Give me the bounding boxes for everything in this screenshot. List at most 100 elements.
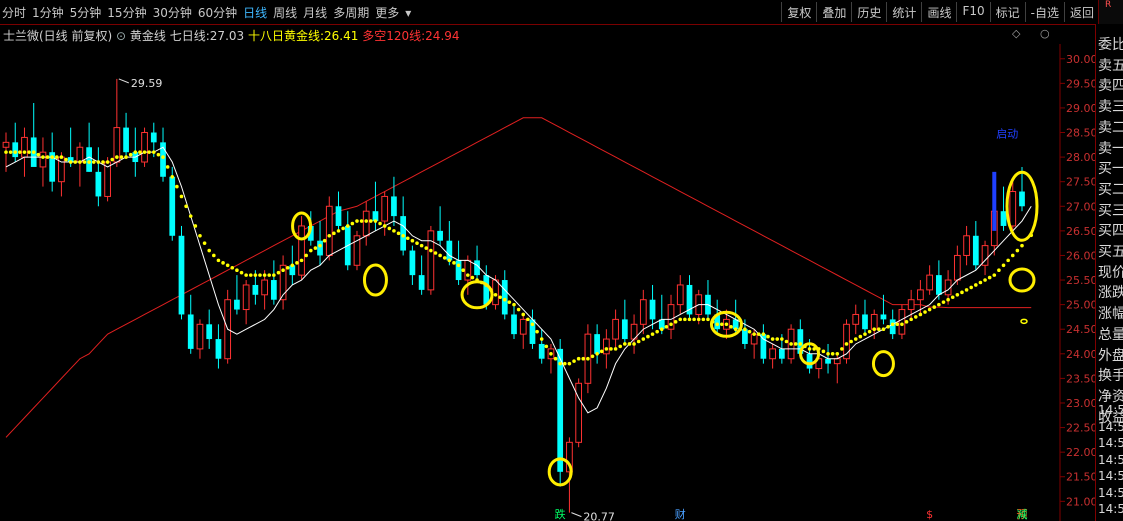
circle-icon[interactable]: ○	[1040, 27, 1050, 40]
toolbar: 分时 1分钟 5分钟 15分钟 30分钟 60分钟 日线 周线 月线 多周期 更多 ▾ 复权 叠加 历史统…	[0, 0, 1123, 25]
ma18-dot	[590, 354, 595, 359]
ma7-label: 七日线:	[169, 29, 210, 43]
candle-body	[676, 284, 684, 306]
ma18-dot	[78, 160, 82, 164]
ma18-dot	[230, 265, 235, 270]
tool-buttons: 复权 叠加 历史 统计 画线 F10 标记 -自选 返回	[781, 2, 1099, 22]
ma18-dot	[179, 194, 184, 199]
tab-daily[interactable]: 日线	[243, 6, 267, 20]
ma18-dot	[701, 317, 706, 322]
candle-body	[898, 309, 906, 335]
trade-time: 14:5	[1098, 403, 1123, 417]
event-marker: $	[926, 508, 933, 521]
ma18-dot	[715, 322, 719, 327]
draw-line-button[interactable]: 画线	[921, 2, 956, 22]
ma18-dot	[826, 352, 830, 356]
low-price-label: 20.77	[583, 511, 615, 521]
price-tick-label: 26.50	[1066, 225, 1095, 238]
ma18-dot	[632, 342, 636, 346]
ma18-dot	[743, 327, 747, 332]
ma18-dot	[807, 347, 812, 351]
ma18-dot	[650, 332, 655, 336]
ma18-dot	[345, 224, 350, 228]
candle-body	[833, 358, 841, 365]
ma18-dot	[863, 332, 867, 336]
ma18-dot	[886, 324, 890, 329]
ma18-dot	[290, 263, 295, 268]
ma18-dot	[558, 361, 562, 366]
history-button[interactable]: 历史	[851, 2, 886, 22]
ma18-dot	[405, 236, 410, 241]
ma18-dot	[156, 152, 161, 157]
candle-body	[437, 230, 443, 241]
candle-body	[335, 206, 342, 226]
remove-watchlist-button[interactable]: -自选	[1024, 2, 1064, 22]
highlight-circle	[362, 263, 388, 297]
ma18-dot	[470, 275, 475, 280]
candle-body	[2, 141, 10, 148]
candle-body	[21, 136, 28, 158]
ma18-dot	[604, 347, 609, 351]
candlestick-chart[interactable]: 29.5920.77启动跌财 $ 预减 30.0029.5029.0028.5028…	[0, 44, 1095, 521]
f10-button[interactable]: F10	[956, 2, 989, 22]
ma18-dot	[775, 337, 780, 341]
ma18-dot	[142, 150, 147, 154]
highlight-circle	[1008, 267, 1036, 293]
ma18-dot	[923, 310, 927, 314]
price-tick-label: 22.00	[1066, 446, 1095, 459]
ma18-dot	[798, 342, 803, 346]
back-button[interactable]: 返回	[1063, 2, 1099, 22]
event-marker: 跌	[555, 507, 566, 521]
high-price-label: 29.59	[131, 77, 163, 90]
ma18-dot	[683, 317, 687, 322]
tab-15min[interactable]: 15分钟	[107, 6, 146, 20]
candle-body	[196, 323, 204, 350]
candle-body	[381, 195, 389, 222]
statistics-button[interactable]: 统计	[886, 2, 921, 22]
tab-1min[interactable]: 1分钟	[32, 6, 64, 20]
price-tick-label: 30.00	[1066, 53, 1095, 66]
candle-body	[649, 299, 656, 320]
ma18-dot	[151, 150, 156, 154]
ma18-dot	[659, 327, 664, 332]
candle-body	[12, 142, 19, 158]
tab-5min[interactable]: 5分钟	[70, 6, 102, 20]
tab-more[interactable]: 更多 ▾	[375, 6, 417, 20]
corner-box: R	[1098, 0, 1123, 24]
tab-weekly[interactable]: 周线	[273, 6, 297, 20]
tab-multi-period[interactable]: 多周期	[333, 6, 369, 20]
ma18-dot	[502, 297, 507, 302]
candle-body	[778, 348, 785, 359]
ma18-dot	[36, 152, 41, 157]
corner-label: R	[1105, 0, 1112, 10]
candle-body	[261, 279, 268, 296]
ma18-dot	[18, 150, 22, 154]
tab-60min[interactable]: 60分钟	[198, 6, 237, 20]
mark-button[interactable]: 标记	[989, 2, 1025, 22]
candle-body	[760, 334, 767, 359]
ma18-dot	[872, 327, 877, 332]
restore-rights-button[interactable]: 复权	[781, 2, 816, 22]
candle-body	[252, 284, 259, 295]
signal-bar	[992, 171, 997, 231]
tab-monthly[interactable]: 月线	[303, 6, 327, 20]
ma18-dot	[309, 248, 313, 253]
annotation-layer: 29.5920.77启动跌财 $ 预减	[118, 77, 1039, 521]
ma18-dot	[8, 150, 13, 154]
tab-minute[interactable]: 分时	[2, 6, 26, 20]
overlay-button[interactable]: 叠加	[816, 2, 851, 22]
quote-label: 委比	[1098, 37, 1123, 53]
ma18-dot	[609, 347, 613, 351]
quote-label: 买五	[1098, 244, 1123, 260]
ma18-dot	[678, 317, 683, 322]
candle-body	[95, 171, 102, 197]
indicator-selector[interactable]: ⊙	[116, 29, 126, 43]
price-tick-label: 29.50	[1066, 77, 1095, 90]
tab-30min[interactable]: 30分钟	[153, 6, 192, 20]
candle-body	[519, 318, 527, 335]
candle-body	[206, 324, 213, 340]
diamond-icon[interactable]: ◇	[1012, 27, 1020, 40]
quote-label: 卖一	[1098, 140, 1123, 157]
ma18-dot	[299, 258, 304, 263]
ma18-dot	[401, 233, 405, 238]
